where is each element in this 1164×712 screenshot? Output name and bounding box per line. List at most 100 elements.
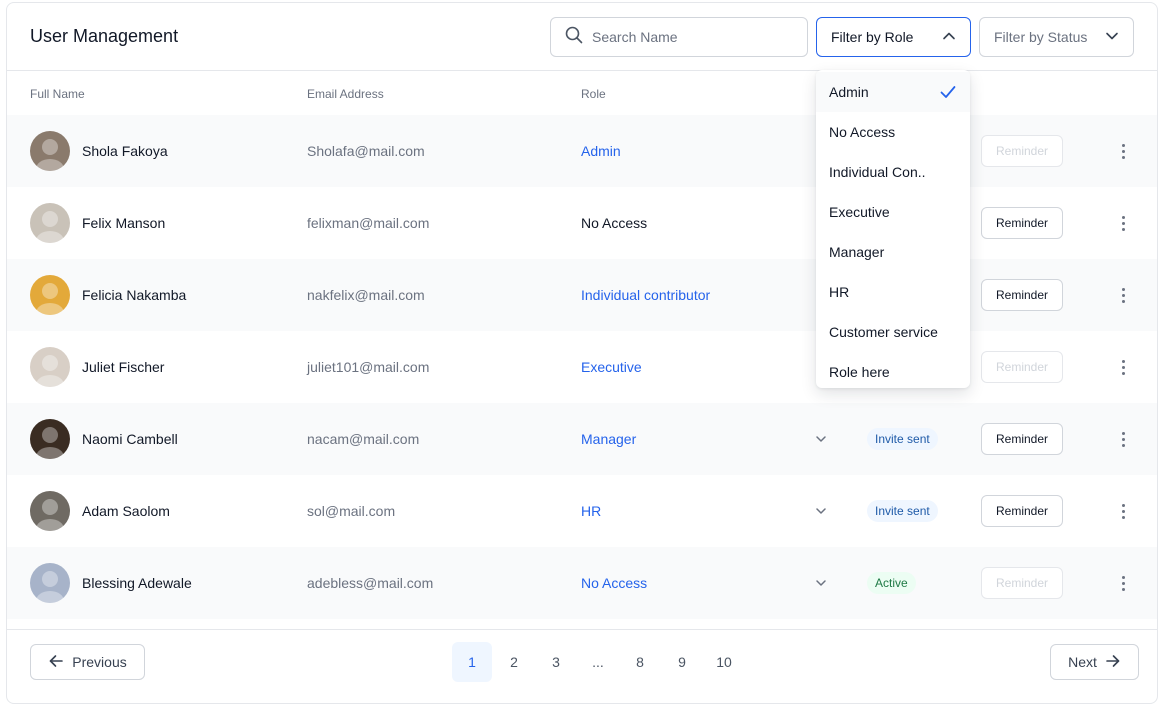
table-row: Blessing Adewale adebless@mail.com No Acce… bbox=[7, 547, 1157, 619]
more-options-icon[interactable] bbox=[1115, 427, 1131, 451]
user-role: No Access bbox=[581, 215, 648, 231]
chevron-up-icon bbox=[942, 29, 956, 46]
role-option[interactable]: Executive bbox=[816, 192, 970, 232]
role-chevron-down-icon[interactable] bbox=[815, 576, 827, 594]
role-option-label: Executive bbox=[829, 204, 890, 220]
search-input[interactable] bbox=[592, 29, 792, 45]
status-badge: Active bbox=[867, 572, 916, 594]
reminder-button[interactable]: Reminder bbox=[981, 279, 1063, 311]
role-chevron-down-icon[interactable] bbox=[815, 504, 827, 522]
reminder-button[interactable]: Reminder bbox=[981, 567, 1063, 599]
header: User Management Filter by Role Filter by… bbox=[7, 3, 1157, 71]
user-email: adebless@mail.com bbox=[307, 575, 434, 591]
role-option-label: Individual Con.. bbox=[829, 164, 926, 180]
reminder-button[interactable]: Reminder bbox=[981, 495, 1063, 527]
more-options-icon[interactable] bbox=[1115, 139, 1131, 163]
more-options-icon[interactable] bbox=[1115, 355, 1131, 379]
more-options-icon[interactable] bbox=[1115, 211, 1131, 235]
status-badge: Invite sent bbox=[867, 500, 938, 522]
user-role[interactable]: Admin bbox=[581, 143, 621, 159]
user-role[interactable]: Manager bbox=[581, 431, 636, 447]
table-header: Full Name Email Address Role bbox=[7, 72, 1157, 114]
user-email: Sholafa@mail.com bbox=[307, 143, 425, 159]
more-options-icon[interactable] bbox=[1115, 283, 1131, 307]
role-option[interactable]: HR bbox=[816, 272, 970, 312]
next-label: Next bbox=[1068, 654, 1097, 670]
user-name: Felicia Nakamba bbox=[82, 287, 187, 303]
table-row: Shola Fakoya Sholafa@mail.com Admin Reminde… bbox=[7, 115, 1157, 187]
reminder-button[interactable]: Reminder bbox=[981, 207, 1063, 239]
role-option-label: Role here bbox=[829, 364, 890, 380]
reminder-button[interactable]: Reminder bbox=[981, 135, 1063, 167]
role-option[interactable]: No Access bbox=[816, 112, 970, 152]
page-numbers: 1 2 3... 8 9 10 bbox=[452, 642, 746, 682]
avatar bbox=[30, 203, 70, 243]
role-option-label: Manager bbox=[829, 244, 885, 260]
page-number[interactable]: 8 bbox=[620, 642, 660, 682]
avatar bbox=[30, 131, 70, 171]
user-name: Naomi Cambell bbox=[82, 431, 178, 447]
user-name: Adam Saolom bbox=[82, 503, 170, 519]
search-box[interactable] bbox=[550, 17, 808, 57]
role-chevron-down-icon[interactable] bbox=[815, 432, 827, 450]
page-ellipsis: ... bbox=[592, 654, 604, 670]
user-role[interactable]: Executive bbox=[581, 359, 642, 375]
page-number[interactable]: 10 bbox=[704, 642, 744, 682]
user-role[interactable]: No Access bbox=[581, 575, 647, 591]
table-row: Naomi Cambell nacam@mail.com Manager Invite… bbox=[7, 403, 1157, 475]
arrow-left-icon bbox=[48, 653, 64, 672]
next-button[interactable]: Next bbox=[1050, 644, 1139, 680]
pagination-bar: Previous 1 2 3... 8 9 10 Next bbox=[7, 629, 1157, 703]
column-header-role: Role bbox=[581, 87, 606, 101]
filter-by-status-button[interactable]: Filter by Status bbox=[979, 17, 1134, 57]
avatar bbox=[30, 275, 70, 315]
avatar bbox=[30, 419, 70, 459]
checkmark-icon bbox=[940, 85, 956, 102]
reminder-button[interactable]: Reminder bbox=[981, 351, 1063, 383]
user-role[interactable]: Individual contributor bbox=[581, 287, 710, 303]
search-icon bbox=[565, 26, 583, 49]
avatar bbox=[30, 347, 70, 387]
role-option[interactable]: Individual Con.. bbox=[816, 152, 970, 192]
previous-label: Previous bbox=[72, 654, 127, 670]
role-option[interactable]: Customer service bbox=[816, 312, 970, 352]
previous-button[interactable]: Previous bbox=[30, 644, 145, 680]
page-title: User Management bbox=[30, 26, 179, 46]
role-option-label: No Access bbox=[829, 124, 896, 140]
user-email: juliet101@mail.com bbox=[307, 359, 430, 375]
role-option-label: Admin bbox=[829, 84, 869, 100]
avatar bbox=[30, 563, 70, 603]
role-option[interactable]: Role here bbox=[816, 352, 970, 388]
avatar bbox=[30, 491, 70, 531]
more-options-icon[interactable] bbox=[1115, 571, 1131, 595]
column-header-email: Email Address bbox=[307, 87, 384, 101]
page-number[interactable]: 9 bbox=[662, 642, 702, 682]
role-option[interactable]: Admin bbox=[816, 72, 970, 112]
filter-by-role-label: Filter by Role bbox=[831, 29, 914, 45]
more-options-icon[interactable] bbox=[1115, 499, 1131, 523]
arrow-right-icon bbox=[1105, 653, 1121, 672]
user-name: Shola Fakoya bbox=[82, 143, 168, 159]
user-name: Juliet Fischer bbox=[82, 359, 165, 375]
user-management-card: User Management Filter by Role Filter by… bbox=[6, 2, 1158, 704]
filter-by-status-label: Filter by Status bbox=[994, 29, 1088, 45]
table-row: Felix Manson felixman@mail.com No Access Re… bbox=[7, 187, 1157, 259]
user-email: nacam@mail.com bbox=[307, 431, 420, 447]
table-row: Juliet Fischer juliet101@mail.com Executiv… bbox=[7, 331, 1157, 403]
role-option[interactable]: Manager bbox=[816, 232, 970, 272]
page-number[interactable]: 3 bbox=[536, 642, 576, 682]
user-role[interactable]: HR bbox=[581, 503, 601, 519]
filter-by-role-button[interactable]: Filter by Role bbox=[816, 17, 971, 57]
user-email: sol@mail.com bbox=[307, 503, 396, 519]
reminder-button[interactable]: Reminder bbox=[981, 423, 1063, 455]
table-row: Adam Saolom sol@mail.com HR Invite sent Remi… bbox=[7, 475, 1157, 547]
role-option-label: Customer service bbox=[829, 324, 938, 340]
page-number[interactable]: 2 bbox=[494, 642, 534, 682]
role-dropdown-menu: Admin No Access Individual Con.. Executive M… bbox=[816, 70, 970, 388]
user-name: Blessing Adewale bbox=[82, 575, 192, 591]
status-badge: Invite sent bbox=[867, 428, 938, 450]
page-number[interactable]: 1 bbox=[452, 642, 492, 682]
column-header-full-name: Full Name bbox=[30, 87, 85, 101]
user-email: felixman@mail.com bbox=[307, 215, 430, 231]
chevron-down-icon bbox=[1105, 29, 1119, 46]
